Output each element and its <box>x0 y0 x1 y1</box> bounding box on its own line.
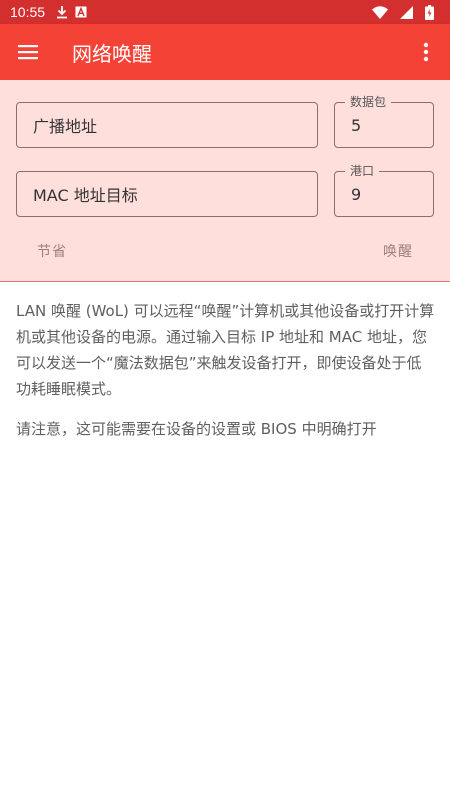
more-vertical-icon[interactable] <box>402 24 450 80</box>
description-paragraph-2: 请注意，这可能需要在设备的设置或 BIOS 中明确打开 <box>16 420 377 438</box>
broadcast-address-input[interactable]: 广播地址 <box>16 102 318 148</box>
mac-address-placeholder: MAC 地址目标 <box>33 186 138 205</box>
port-input[interactable]: 港口 9 <box>334 162 434 217</box>
wol-form: 广播地址 数据包 5 MAC 地址目标 港口 9 节省 唤醒 <box>0 80 450 282</box>
signal-icon <box>400 5 413 19</box>
broadcast-address-placeholder: 广播地址 <box>33 117 98 136</box>
battery-charging-icon <box>425 4 434 20</box>
wifi-icon <box>372 5 388 19</box>
packets-input[interactable]: 数据包 5 <box>334 93 434 148</box>
port-value: 9 <box>351 184 362 204</box>
status-bar: 10:55 <box>0 0 450 24</box>
app-bar: 网络唤醒 <box>0 24 450 80</box>
description-paragraph-1: LAN 唤醒 (WoL) 可以远程“唤醒”计算机或其他设备或打开计算机或其他设备… <box>16 302 435 398</box>
font-icon <box>75 6 87 18</box>
wake-button[interactable]: 唤醒 <box>383 241 413 261</box>
save-button[interactable]: 节省 <box>37 241 67 261</box>
app-title: 网络唤醒 <box>72 41 152 66</box>
description: LAN 唤醒 (WoL) 可以远程“唤醒”计算机或其他设备或打开计算机或其他设备… <box>16 298 436 456</box>
mac-address-input[interactable]: MAC 地址目标 <box>16 171 318 217</box>
download-icon <box>55 5 69 19</box>
packets-value: 5 <box>351 115 362 135</box>
status-time: 10:55 <box>10 4 46 20</box>
hamburger-menu-icon[interactable] <box>0 24 56 80</box>
